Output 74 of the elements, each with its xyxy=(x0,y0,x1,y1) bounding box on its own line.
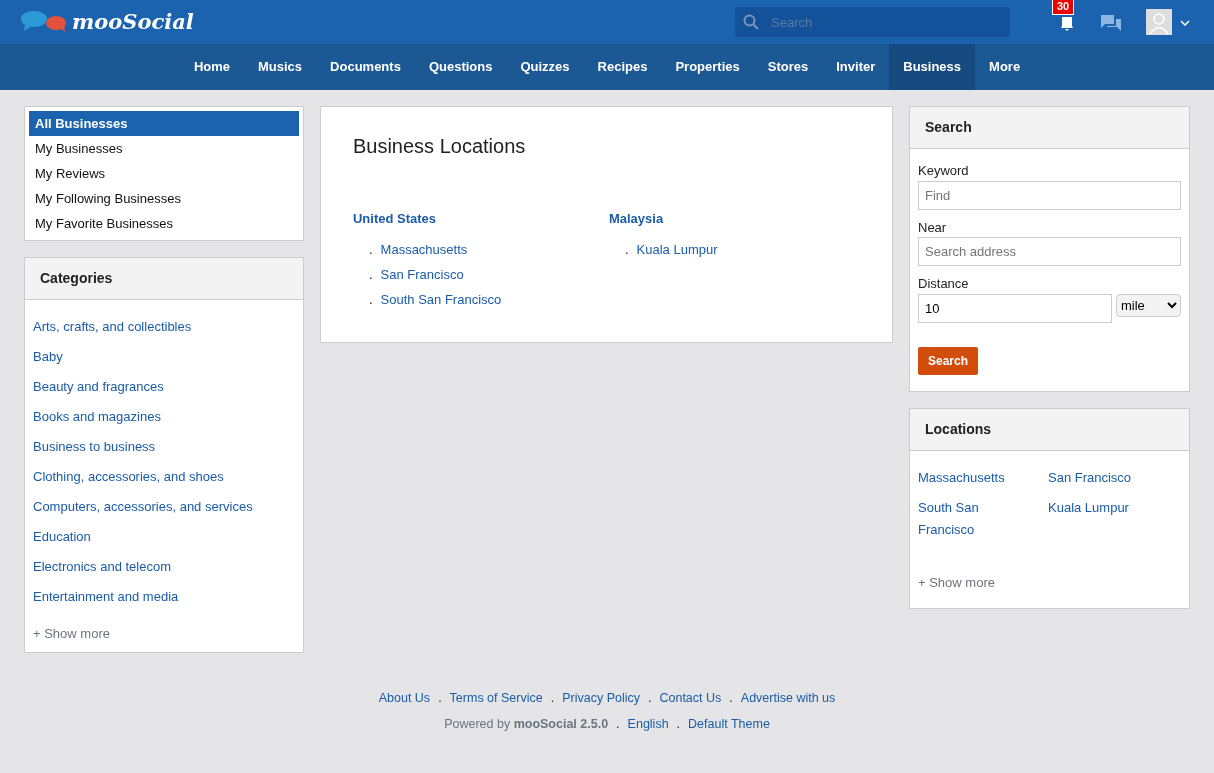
sidebar-item[interactable]: My Businesses xyxy=(29,136,299,161)
location-link[interactable]: Massachusetts xyxy=(918,466,1036,489)
city-link[interactable]: South San Francisco xyxy=(380,286,502,312)
sidebar-item[interactable]: My Reviews xyxy=(29,161,299,186)
sidebar-item[interactable]: My Favorite Businesses xyxy=(29,211,299,236)
separator: . xyxy=(438,689,442,707)
city-link[interactable]: Massachusetts xyxy=(380,236,468,262)
panel-title: Categories xyxy=(25,258,303,300)
bullet: . xyxy=(368,265,373,284)
chat-icon[interactable] xyxy=(1100,13,1122,32)
page-title: Business Locations xyxy=(351,134,527,159)
country-link[interactable]: United States xyxy=(352,209,609,229)
nav-link[interactable]: Recipes xyxy=(583,44,662,90)
input-field[interactable]: Find xyxy=(918,180,1181,210)
location-link[interactable]: Kuala Lumpur xyxy=(1048,496,1166,541)
notification-count: 30 xyxy=(1052,0,1075,16)
field-label: Distance xyxy=(918,275,970,293)
location-link[interactable]: South San Francisco xyxy=(918,496,1036,541)
separator: . xyxy=(616,716,620,734)
category-link[interactable]: Electronics and telecom xyxy=(33,556,295,578)
nav-link[interactable]: Documents xyxy=(316,44,415,90)
category-link[interactable]: Arts, crafts, and collectibles xyxy=(33,316,295,338)
bullet: . xyxy=(368,290,373,309)
footer-link[interactable]: Terms of Service xyxy=(449,688,543,708)
nav-link[interactable]: Business xyxy=(889,44,976,90)
field-label: Keyword xyxy=(918,162,970,180)
nav-link[interactable]: Properties xyxy=(661,44,754,90)
bullet: . xyxy=(624,240,629,259)
unit-select[interactable]: mile xyxy=(1116,293,1181,317)
category-link[interactable]: Education xyxy=(33,526,295,548)
search-field[interactable]: Search xyxy=(735,7,1010,37)
input-field[interactable]: Search address xyxy=(918,237,1181,266)
footer-link[interactable]: Contact Us xyxy=(659,688,722,708)
nav-link[interactable]: Musics xyxy=(244,44,317,90)
sidebar-item[interactable]: All Businesses xyxy=(29,111,299,136)
nav-link[interactable]: Inviter xyxy=(822,44,890,90)
separator: . xyxy=(676,716,681,734)
powered-by-text: Powered by mooSocial 2.5.0 xyxy=(444,716,609,734)
footer-link[interactable]: Advertise with us xyxy=(740,688,836,708)
separator: . xyxy=(550,689,555,707)
category-link[interactable]: Baby xyxy=(33,346,295,368)
category-link[interactable]: Business to business xyxy=(33,436,295,458)
nav-link[interactable]: Stores xyxy=(753,44,823,90)
nav-link[interactable]: Quizzes xyxy=(506,44,584,90)
footer-link[interactable]: About Us xyxy=(378,688,431,708)
location-link[interactable]: San Francisco xyxy=(1048,466,1166,489)
show-more-link[interactable]: + Show more xyxy=(910,572,1189,608)
logo-text[interactable]: mooSocial xyxy=(72,6,194,38)
nav-link[interactable]: Questions xyxy=(414,44,507,90)
nav-link[interactable]: Home xyxy=(179,44,244,90)
category-link[interactable]: Beauty and fragrances xyxy=(33,376,295,398)
separator: . xyxy=(648,689,652,707)
city-link[interactable]: San Francisco xyxy=(380,261,464,287)
input-field[interactable]: 10 xyxy=(918,293,1112,323)
search-button[interactable]: Search xyxy=(918,346,979,375)
theme-link[interactable]: Default Theme xyxy=(688,715,770,734)
panel-title: Search xyxy=(910,107,1189,149)
caret-icon[interactable] xyxy=(1180,19,1190,26)
separator: . xyxy=(729,689,733,707)
field-label: Near xyxy=(918,218,948,237)
category-link[interactable]: Clothing, accessories, and shoes xyxy=(33,466,295,488)
category-link[interactable]: Books and magazines xyxy=(33,406,295,428)
category-link[interactable]: Computers, accessories, and services xyxy=(33,496,295,518)
category-link[interactable]: Entertainment and media xyxy=(33,586,295,608)
chat-bubbles-icon xyxy=(20,10,68,34)
city-link[interactable]: Kuala Lumpur xyxy=(636,236,718,262)
language-link[interactable]: English xyxy=(627,715,669,734)
show-more-link[interactable]: + Show more xyxy=(33,624,295,644)
footer-link[interactable]: Privacy Policy xyxy=(562,688,640,708)
bullet: . xyxy=(368,240,373,259)
nav-link[interactable]: More xyxy=(975,44,1035,90)
country-link[interactable]: Malaysia xyxy=(608,209,865,229)
sidebar-item[interactable]: My Following Businesses xyxy=(29,186,299,211)
panel-title: Locations xyxy=(910,408,1189,451)
